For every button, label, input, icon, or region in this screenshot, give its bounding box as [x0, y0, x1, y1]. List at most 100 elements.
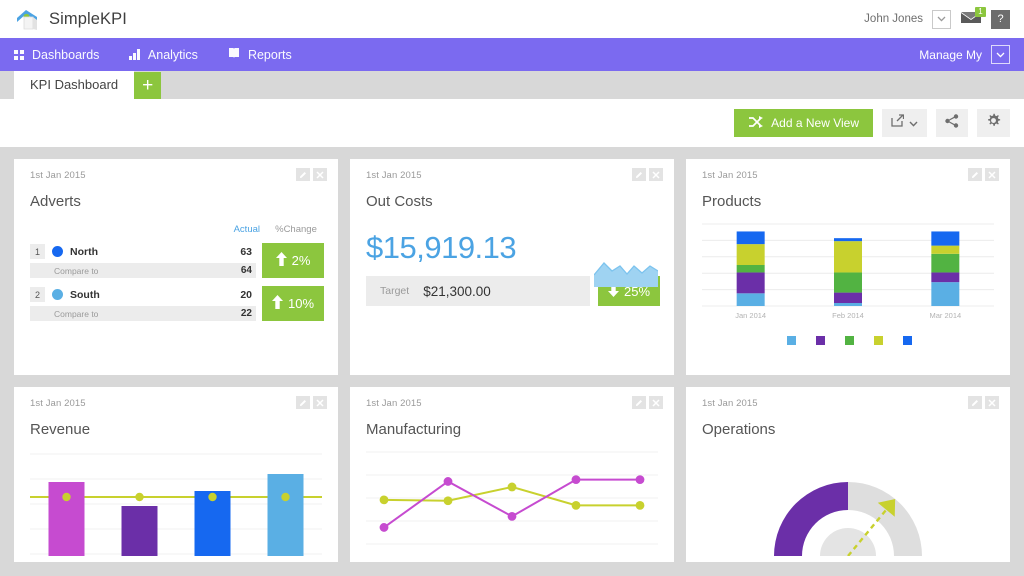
- nav-item-reports-label: Reports: [248, 48, 292, 62]
- kpi-rank: 1: [30, 244, 45, 259]
- card-title: Products: [702, 193, 996, 210]
- close-icon[interactable]: [985, 168, 999, 181]
- manufacturing-line-chart: [366, 448, 660, 561]
- target-value: $21,300.00: [423, 284, 491, 299]
- card-title: Operations: [702, 421, 996, 438]
- legend-swatch-icon: [903, 336, 912, 345]
- header-actions: John Jones 1 ?: [864, 10, 1010, 29]
- book-icon: [228, 47, 240, 62]
- user-name: John Jones: [864, 13, 923, 25]
- add-tab-button[interactable]: +: [134, 72, 161, 99]
- target-bar: Target $21,300.00: [366, 276, 590, 306]
- app-header: SimpleKPI John Jones 1 ?: [0, 0, 1024, 38]
- column-header-actual: Actual: [204, 224, 260, 235]
- kpi-row-south[interactable]: 2 South 20 Compare to 22 10%: [30, 286, 324, 321]
- card-actions: [968, 396, 999, 409]
- products-stacked-bar-chart: Jan 2014Feb 2014Mar 2014: [702, 220, 996, 330]
- card-date: 1st Jan 2015: [366, 170, 660, 181]
- card-date: 1st Jan 2015: [366, 398, 660, 409]
- card-actions: [296, 168, 327, 181]
- legend-swatch-icon: [816, 336, 825, 345]
- add-a-new-view-button[interactable]: Add a New View: [734, 109, 873, 137]
- nav-item-reports[interactable]: Reports: [228, 47, 292, 62]
- series-dot-icon: [52, 289, 63, 300]
- bar-chart-icon: [129, 49, 140, 60]
- card-out-costs[interactable]: 1st Jan 2015 Out Costs $15,919.13: [350, 159, 674, 375]
- card-title: Manufacturing: [366, 421, 660, 438]
- dashboard-board: 1st Jan 2015 Adverts Actual %Change 1: [0, 147, 1024, 562]
- card-actions: [632, 168, 663, 181]
- share-icon: [945, 114, 959, 133]
- card-actions: [968, 168, 999, 181]
- close-icon[interactable]: [649, 168, 663, 181]
- brand-name: SimpleKPI: [49, 10, 127, 29]
- export-button[interactable]: [882, 109, 927, 137]
- plus-icon: +: [142, 76, 153, 95]
- user-menu-chevron-down-icon[interactable]: [932, 10, 951, 29]
- card-operations[interactable]: 1st Jan 2015 Operations: [686, 387, 1010, 562]
- add-a-new-view-label: Add a New View: [771, 116, 859, 130]
- pencil-icon[interactable]: [296, 168, 310, 181]
- mail-icon[interactable]: 1: [960, 10, 982, 28]
- simplekpi-house-logo-icon: [14, 7, 40, 31]
- revenue-bar-chart: [30, 448, 324, 561]
- close-icon[interactable]: [985, 396, 999, 409]
- tab-kpi-dashboard[interactable]: KPI Dashboard: [14, 71, 134, 99]
- settings-button[interactable]: [977, 109, 1010, 137]
- pencil-icon[interactable]: [968, 168, 982, 181]
- kpi-change-value: 2%: [292, 253, 311, 268]
- column-header-change: %Change: [268, 224, 324, 235]
- close-icon[interactable]: [649, 396, 663, 409]
- kpi-rank: 2: [30, 287, 45, 302]
- pencil-icon[interactable]: [296, 396, 310, 409]
- arrow-up-icon: [272, 295, 283, 312]
- pencil-icon[interactable]: [632, 396, 646, 409]
- svg-text:Mar 2014: Mar 2014: [929, 311, 961, 320]
- arrow-up-icon: [276, 252, 287, 269]
- share-button[interactable]: [936, 109, 968, 137]
- kpi-change-badge: 10%: [262, 286, 324, 321]
- legend-swatch-icon: [874, 336, 883, 345]
- logo-area[interactable]: SimpleKPI: [14, 7, 127, 31]
- kpi-name: South: [70, 289, 100, 301]
- close-icon[interactable]: [313, 396, 327, 409]
- manage-my-menu[interactable]: Manage My: [919, 45, 1010, 64]
- dashboard-toolbar: Add a New View: [0, 99, 1024, 147]
- export-icon: [891, 114, 904, 132]
- kpi-row-north[interactable]: 1 North 63 Compare to 64 2%: [30, 243, 324, 278]
- kpi-change-badge: 2%: [262, 243, 324, 278]
- legend-swatch-icon: [787, 336, 796, 345]
- operations-gauge-chart: [702, 448, 996, 561]
- help-icon[interactable]: ?: [991, 10, 1010, 29]
- dashboard-row-2: 1st Jan 2015 Revenue 1st Jan 2015: [14, 387, 1010, 562]
- mail-badge: 1: [975, 7, 986, 17]
- shuffle-icon: [748, 116, 763, 131]
- kpi-compare-value: 64: [241, 265, 252, 276]
- kpi-column-headers: Actual %Change: [30, 224, 324, 235]
- close-icon[interactable]: [313, 168, 327, 181]
- kpi-compare-label: Compare to: [54, 266, 98, 276]
- card-actions: [632, 396, 663, 409]
- sparkline-area-icon: [594, 257, 658, 292]
- manage-my-label: Manage My: [919, 48, 982, 62]
- kpi-change-value: 10%: [288, 296, 314, 311]
- target-label: Target: [380, 285, 409, 297]
- pencil-icon[interactable]: [968, 396, 982, 409]
- card-revenue[interactable]: 1st Jan 2015 Revenue: [14, 387, 338, 562]
- card-date: 1st Jan 2015: [702, 398, 996, 409]
- kpi-name: North: [70, 246, 98, 258]
- pencil-icon[interactable]: [632, 168, 646, 181]
- nav-item-dashboards[interactable]: Dashboards: [14, 48, 99, 62]
- card-adverts[interactable]: 1st Jan 2015 Adverts Actual %Change 1: [14, 159, 338, 375]
- card-date: 1st Jan 2015: [702, 170, 996, 181]
- kpi-compare-row: Compare to 22: [30, 306, 256, 321]
- card-actions: [296, 396, 327, 409]
- card-title: Out Costs: [366, 193, 660, 210]
- card-products[interactable]: 1st Jan 2015 Products Jan 2014Feb 2014Ma…: [686, 159, 1010, 375]
- card-manufacturing[interactable]: 1st Jan 2015 Manufacturing: [350, 387, 674, 562]
- grid-icon: [14, 50, 24, 60]
- card-date: 1st Jan 2015: [30, 170, 324, 181]
- manage-my-chevron-down-icon[interactable]: [991, 45, 1010, 64]
- main-nav: Dashboards Analytics Reports Manage My: [0, 38, 1024, 71]
- nav-item-analytics[interactable]: Analytics: [129, 48, 198, 62]
